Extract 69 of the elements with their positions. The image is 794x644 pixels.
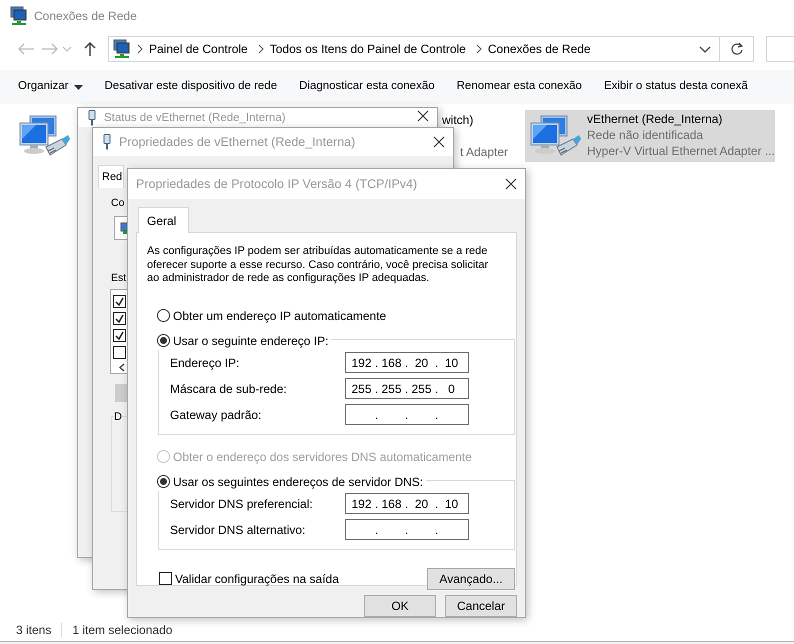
plug-icon <box>86 110 98 126</box>
label-text: Co <box>111 196 124 211</box>
field-label: Servidor DNS preferencial: <box>170 496 314 512</box>
plug-icon <box>101 134 113 150</box>
breadcrumb-item[interactable]: Painel de Controle <box>149 40 248 58</box>
breadcrumb-item[interactable]: Todos os Itens do Painel de Controle <box>270 40 466 58</box>
radio-button[interactable] <box>157 309 170 322</box>
caret-down-icon <box>74 84 82 90</box>
chevron-down-icon[interactable] <box>699 46 711 52</box>
up-arrow-icon[interactable] <box>83 41 97 57</box>
status-text: 1 item selecionado <box>72 622 172 639</box>
search-field[interactable] <box>766 36 794 62</box>
radio-label: Obter um endereço IP automaticamente <box>173 308 386 324</box>
radio-option[interactable]: Obter um endereço IP automaticamente <box>157 306 516 324</box>
checkbox[interactable] <box>113 329 126 342</box>
window-title: Status de vEthernet (Rede_Interna) <box>104 111 286 126</box>
radio-option[interactable]: Usar o seguinte endereço IP: <box>157 332 332 350</box>
window-title: Conexões de Rede <box>34 8 137 25</box>
dialog-button[interactable]: OK <box>364 595 436 617</box>
radio-button[interactable] <box>157 334 170 347</box>
refresh-button[interactable] <box>720 36 754 62</box>
checkbox[interactable] <box>113 312 126 325</box>
ip-address-field[interactable]: 255 . 255 . 255 . 0 <box>345 378 469 399</box>
ip-address-field[interactable]: 192 . 168 . 20 . 10 <box>345 493 469 514</box>
window-title: Propriedades de Protocolo IP Versão 4 (TCP/IPv4) <box>136 176 418 193</box>
chevron-right-icon <box>476 44 482 54</box>
ip-address-field[interactable]: . . . <box>345 404 469 425</box>
close-icon[interactable] <box>505 178 517 190</box>
label-text: Est <box>111 271 126 286</box>
breadcrumb-item[interactable]: Conexões de Rede <box>488 40 591 58</box>
connection-name: vEthernet (Rede_Interna) <box>587 111 724 127</box>
ip-address-field[interactable]: . . . <box>345 519 469 540</box>
command-button[interactable]: Desativar este dispositivo de rede <box>94 78 288 96</box>
command-button[interactable]: Organizar <box>0 78 94 96</box>
checkbox[interactable] <box>159 572 172 585</box>
network-icon <box>113 39 131 59</box>
network-icon <box>10 6 28 26</box>
address-bar[interactable]: Painel de Controle Todos os Itens do Painel de Controle Conexões de Rede <box>108 36 720 62</box>
connection-name: witch) <box>442 112 474 128</box>
scroll-left-icon[interactable] <box>119 363 125 372</box>
adapter-name: t Adapter <box>460 144 508 160</box>
radio-button[interactable] <box>157 475 170 488</box>
checkbox[interactable] <box>113 295 126 308</box>
chevron-right-icon <box>258 44 264 54</box>
refresh-icon <box>730 42 744 56</box>
description-text: As configurações IP podem ser atribuídas automaticamente se a rede oferecer suporte a esse recurso. Caso contrário, você precisa solicitar ao administrador de rede as configurações IP adequadas. <box>147 245 490 286</box>
status-text: 3 itens <box>16 622 52 639</box>
connection-item[interactable]: vEthernet (Rede_Interna) Rede não identificada Hyper-V Virtual Ethernet Adapter ... <box>525 110 775 162</box>
advanced-button[interactable]: Avançado... <box>427 568 515 590</box>
radio-label: Obter o endereço dos servidores DNS automaticamente <box>173 448 472 466</box>
close-icon[interactable] <box>433 136 445 148</box>
field-label: Máscara de sub-rede: <box>170 380 288 398</box>
connection-status: Rede não identificada <box>587 127 704 143</box>
window-title: Propriedades de vEthernet (Rede_Interna) <box>119 134 356 151</box>
adapter-name: Hyper-V Virtual Ethernet Adapter ... <box>587 143 775 159</box>
close-icon[interactable] <box>417 110 429 122</box>
field-label: Servidor DNS alternativo: <box>170 522 306 538</box>
command-button[interactable]: Diagnosticar esta conexão <box>288 78 446 96</box>
field-label: Gateway padrão: <box>170 406 262 424</box>
dialog-button[interactable]: Cancelar <box>445 595 517 617</box>
command-button[interactable]: Renomear esta conexão <box>446 78 593 96</box>
field-label: Endereço IP: <box>170 354 240 372</box>
tab[interactable]: Geral <box>138 207 190 233</box>
radio-label: Usar o seguinte endereço IP: <box>173 332 328 350</box>
ip-address-field[interactable]: 192 . 168 . 20 . 10 <box>345 352 469 373</box>
chevron-right-icon <box>137 44 143 54</box>
checkbox[interactable] <box>113 346 126 359</box>
command-button[interactable]: Exibir o status desta conexã <box>592 78 759 96</box>
tab[interactable]: Red <box>98 165 124 188</box>
